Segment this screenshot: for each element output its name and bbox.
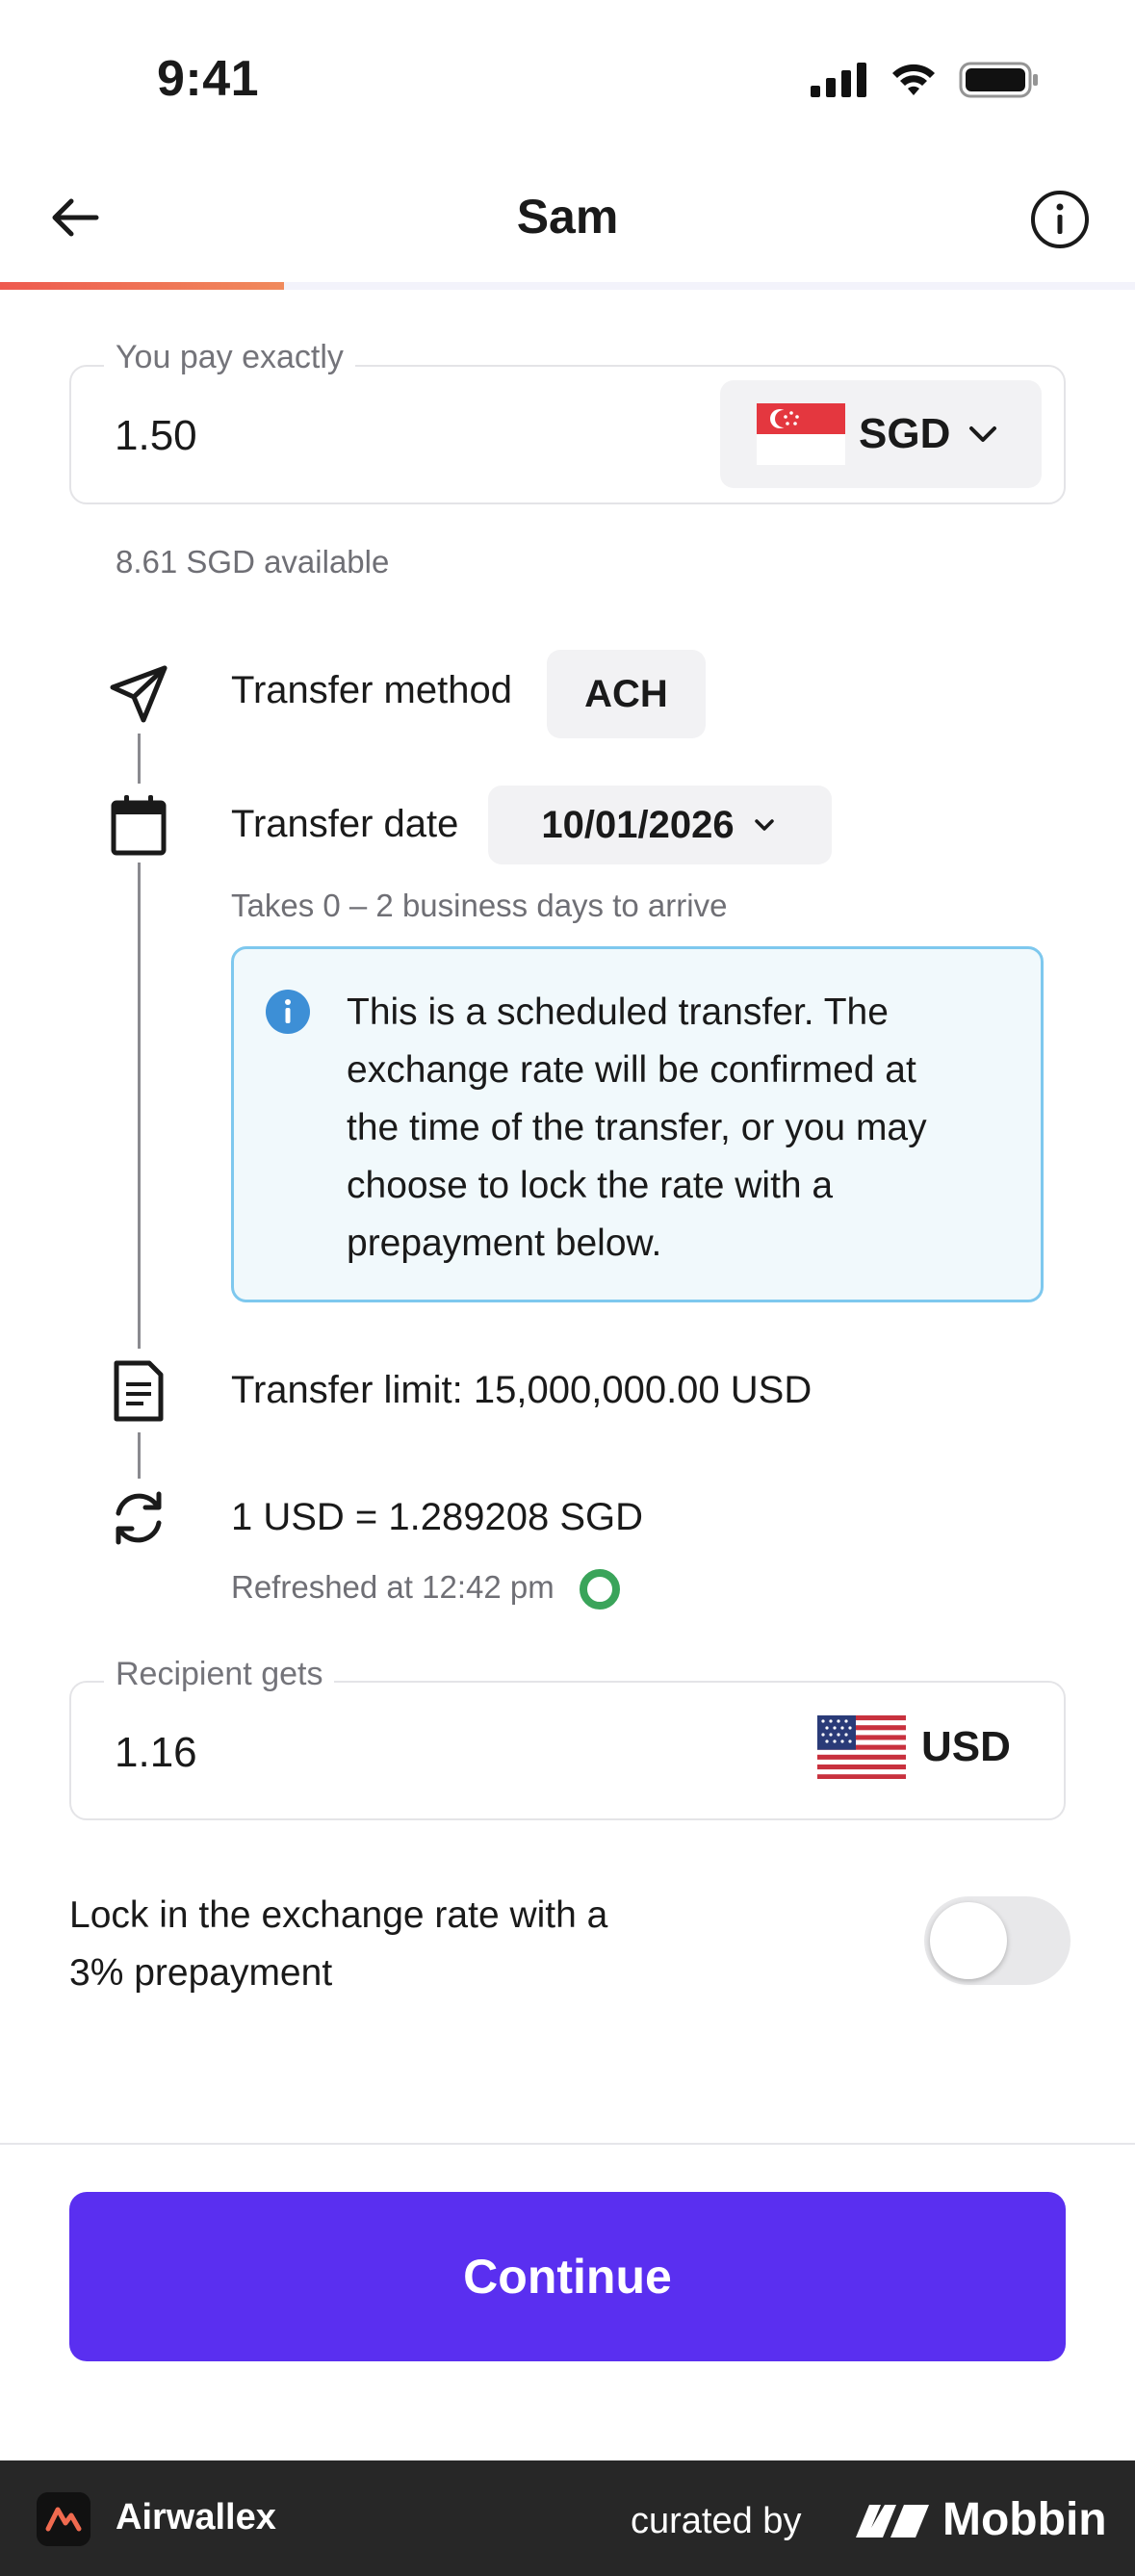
- timeline-line: [138, 1432, 141, 1479]
- status-icons: [811, 62, 1040, 98]
- footer-app-name: Airwallex: [116, 2497, 276, 2537]
- pay-currency-selector[interactable]: SGD: [720, 380, 1042, 488]
- pay-amount-input[interactable]: 1.50: [115, 412, 197, 460]
- receive-amount: 1.16: [115, 1729, 197, 1776]
- arrival-estimate: Takes 0 – 2 business days to arrive: [231, 888, 728, 923]
- us-flag-icon: [817, 1715, 906, 1779]
- transfer-date-value: 10/01/2026: [541, 803, 735, 846]
- available-balance: 8.61 SGD available: [116, 544, 390, 580]
- timeline-line: [138, 734, 141, 784]
- transfer-limit: Transfer limit: 15,000,000.00 USD: [231, 1369, 813, 1411]
- chevron-down-icon: [754, 819, 774, 831]
- calendar-icon: [111, 795, 167, 856]
- divider: [0, 2143, 1135, 2145]
- info-icon: [266, 990, 310, 1034]
- pay-legend: You pay exactly: [104, 339, 355, 376]
- refresh-icon: [116, 1491, 162, 1545]
- transfer-date-selector[interactable]: 10/01/2026: [488, 786, 832, 864]
- lock-rate-label: Lock in the exchange rate with a 3% prep…: [69, 1894, 608, 1994]
- info-circle-icon[interactable]: [1029, 189, 1091, 250]
- signal-icon: [811, 63, 866, 97]
- battery-icon: [959, 62, 1038, 98]
- progress-fill: [0, 282, 284, 290]
- rate-refreshed: Refreshed at 12:42 pm: [231, 1569, 555, 1605]
- paper-plane-icon: [110, 665, 168, 723]
- receive-currency: USD: [817, 1715, 1011, 1779]
- chevron-down-icon: [969, 426, 997, 442]
- transfer-method-value: ACH: [547, 650, 706, 738]
- receive-currency-code: USD: [921, 1723, 1011, 1770]
- mobbin-brand: Mobbin: [852, 2493, 1107, 2546]
- sg-flag-icon: [757, 403, 845, 465]
- mobbin-brand-name: Mobbin: [942, 2494, 1107, 2545]
- wifi-icon: [892, 64, 935, 95]
- transfer-date-label: Transfer date: [231, 803, 459, 845]
- document-icon: [114, 1360, 164, 1422]
- exchange-rate: 1 USD = 1.289208 SGD: [231, 1496, 644, 1538]
- refresh-timer-icon: [580, 1569, 620, 1610]
- airwallex-logo-icon: [37, 2492, 90, 2546]
- transfer-method-label: Transfer method: [231, 669, 512, 711]
- continue-button[interactable]: Continue: [69, 2192, 1066, 2361]
- notice-text: This is a scheduled transfer. The exchan…: [347, 992, 927, 1264]
- footer-curated-label: curated by: [631, 2501, 802, 2541]
- timeline-line: [138, 863, 141, 1349]
- receive-legend: Recipient gets: [104, 1656, 335, 1693]
- page-title: Sam: [516, 190, 619, 244]
- mobbin-logo-icon: [856, 2504, 929, 2537]
- status-time: 9:41: [157, 51, 260, 107]
- toggle-knob[interactable]: [930, 1902, 1007, 1979]
- pay-currency-code: SGD: [859, 410, 951, 457]
